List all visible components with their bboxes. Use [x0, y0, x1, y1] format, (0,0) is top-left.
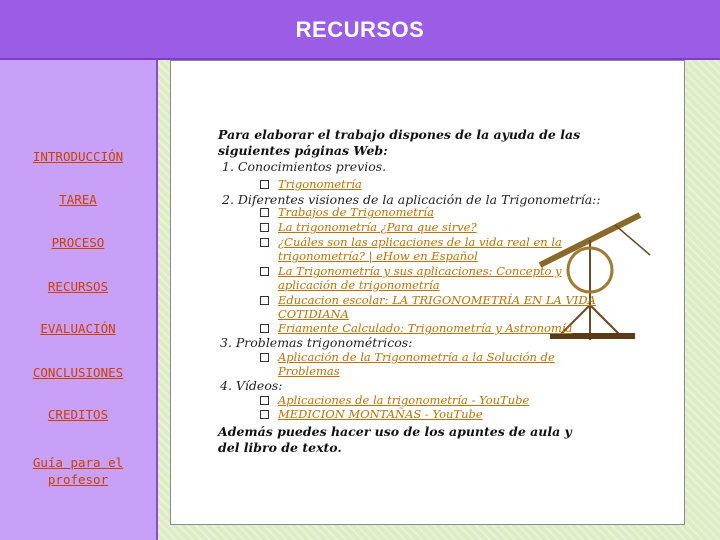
link-aplicaciones-vida-real-cont[interactable]: trigonometría? | eHow en Español: [278, 249, 478, 263]
header-bar: RECURSOS: [0, 0, 720, 60]
bullet-icon: [260, 353, 269, 362]
nav-proceso[interactable]: PROCESO: [0, 235, 156, 250]
link-concepto-aplicacion-cont[interactable]: aplicación de trigonometría: [278, 278, 440, 292]
link-medicion-montanas[interactable]: MEDICION MONTAÑAS - YouTube: [278, 407, 483, 421]
intro-line-2: siguientes páginas Web:: [218, 143, 388, 158]
link-trabajos-trigonometria[interactable]: Trabajos de Trigonometría: [278, 205, 434, 219]
nav-conclusiones[interactable]: CONCLUSIONES: [0, 365, 156, 380]
link-aplicacion-solucion[interactable]: Aplicación de la Trigonometría a la Solu…: [278, 350, 555, 364]
link-trigonometria[interactable]: Trigonometría: [278, 177, 362, 191]
nav-creditos[interactable]: CREDITOS: [0, 407, 156, 422]
bullet-icon: [260, 324, 269, 333]
sidebar: INTRODUCCIÓN TAREA PROCESO RECURSOS EVAL…: [0, 60, 158, 540]
link-friamente-calculado[interactable]: Friamente Calculado: Trigonometría y Ast…: [278, 321, 572, 335]
nav-introduccion[interactable]: INTRODUCCIÓN: [0, 149, 156, 164]
link-educacion-escolar[interactable]: Educacion escolar: LA TRIGONOMETRÍA EN L…: [278, 293, 596, 307]
nav-guia-profesor-line2[interactable]: profesor: [0, 472, 156, 487]
bullet-icon: [260, 180, 269, 189]
section-heading: 1. Conocimientos previos.: [222, 159, 387, 174]
link-aplicaciones-vida-real[interactable]: ¿Cuáles son las aplicaciones de la vida …: [278, 235, 562, 249]
intro-line-1: Para elaborar el trabajo dispones de la …: [218, 127, 581, 142]
closing-line-1: Además puedes hacer uso de los apuntes d…: [218, 424, 572, 439]
bullet-icon: [260, 296, 269, 305]
nav-guia-profesor-line1[interactable]: Guía para el: [0, 455, 156, 470]
section-heading: 4. Vídeos:: [220, 378, 283, 393]
link-aplicaciones-youtube[interactable]: Aplicaciones de la trigonometría - YouTu…: [278, 393, 529, 407]
bullet-icon: [260, 396, 269, 405]
nav-tarea[interactable]: TAREA: [0, 192, 156, 207]
link-concepto-aplicacion[interactable]: La Trigonometría y sus aplicaciones: Con…: [278, 264, 562, 278]
bullet-icon: [260, 223, 269, 232]
link-para-que-sirve[interactable]: La trigonometría ¿Para que sirve?: [278, 220, 477, 234]
bullet-icon: [260, 208, 269, 217]
bullet-icon: [260, 410, 269, 419]
page-title: RECURSOS: [295, 17, 425, 42]
link-aplicacion-solucion-cont[interactable]: Problemas: [278, 364, 340, 378]
closing-line-2: del libro de texto.: [218, 440, 342, 455]
bullet-icon: [260, 238, 269, 247]
nav-recursos[interactable]: RECURSOS: [0, 279, 156, 294]
nav-evaluacion[interactable]: EVALUACIÓN: [0, 321, 156, 336]
link-educacion-escolar-cont[interactable]: COTIDIANA: [278, 307, 349, 321]
bullet-icon: [260, 267, 269, 276]
section-heading: 3. Problemas trigonométricos:: [220, 335, 413, 350]
